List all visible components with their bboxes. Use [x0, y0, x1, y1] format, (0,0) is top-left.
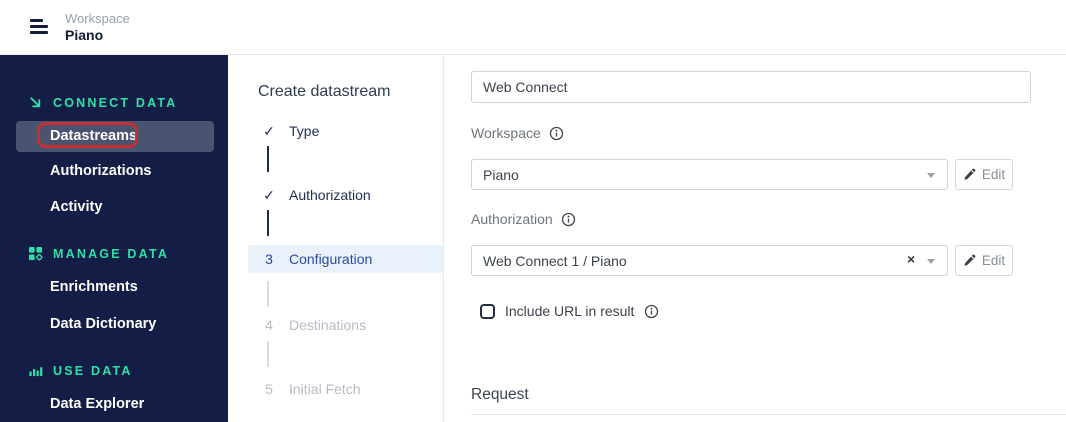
app-window: Workspace Piano CONNECT DATA Datastreams…: [0, 0, 1066, 422]
grid-icon: [28, 246, 43, 261]
authorization-select[interactable]: Web Connect 1 / Piano ×: [471, 245, 948, 276]
edit-button-label: Edit: [981, 167, 1006, 182]
include-url-row: Include URL in result: [480, 303, 659, 319]
wizard-step-configuration[interactable]: 3 Configuration: [248, 245, 443, 273]
configuration-panel: Workspace Piano Edit Authorization Web C…: [443, 55, 1066, 422]
wizard-step-label: Configuration: [289, 251, 373, 267]
workspace-label-text: Workspace: [471, 125, 541, 141]
sidebar-section-label: MANAGE DATA: [53, 246, 170, 261]
check-icon: ✓: [263, 187, 275, 203]
info-icon[interactable]: [644, 304, 659, 319]
request-section-heading: Request: [471, 386, 529, 403]
sidebar-item-datastreams[interactable]: Datastreams: [16, 121, 214, 152]
wizard-step-authorization[interactable]: ✓ Authorization: [262, 187, 371, 204]
wizard-step-initial-fetch[interactable]: 5 Initial Fetch: [262, 381, 361, 397]
info-icon[interactable]: [549, 126, 564, 141]
sidebar-section-connect-data[interactable]: CONNECT DATA: [28, 95, 178, 110]
create-datastream-wizard: Create datastream ✓ Type ✓ Authorization…: [228, 55, 443, 422]
sidebar-nav: CONNECT DATA Datastreams Authorizations …: [0, 55, 228, 422]
chevron-down-icon[interactable]: [927, 259, 935, 264]
sidebar-item-label: Datastreams: [50, 128, 138, 144]
workspace-field-label: Workspace: [471, 125, 564, 141]
pencil-icon: [963, 168, 976, 181]
check-icon: ✓: [263, 123, 275, 139]
workspace-name: Piano: [65, 27, 104, 43]
sidebar-section-use-data[interactable]: USE DATA: [28, 363, 133, 378]
wizard-step-type[interactable]: ✓ Type: [262, 123, 319, 140]
edit-button-label: Edit: [981, 253, 1006, 268]
sidebar-section-label: USE DATA: [53, 363, 133, 378]
sidebar-item-data-dictionary[interactable]: Data Dictionary: [50, 316, 156, 332]
authorization-field-label: Authorization: [471, 211, 576, 227]
sidebar-item-activity[interactable]: Activity: [50, 199, 102, 215]
sidebar-section-label: CONNECT DATA: [53, 95, 178, 110]
step-connector: [267, 341, 269, 367]
workspace-label: Workspace: [65, 11, 130, 26]
hamburger-menu-icon[interactable]: [30, 19, 50, 37]
authorization-label-text: Authorization: [471, 211, 553, 227]
pencil-icon: [963, 254, 976, 267]
arrow-down-right-icon: [28, 95, 43, 110]
clear-selection-icon[interactable]: ×: [907, 252, 915, 267]
edit-authorization-button[interactable]: Edit: [955, 245, 1013, 276]
workspace-selected-value: Piano: [483, 167, 519, 183]
wizard-step-label: Initial Fetch: [289, 381, 361, 397]
sidebar-section-manage-data[interactable]: MANAGE DATA: [28, 246, 169, 261]
step-connector: [267, 210, 269, 236]
sidebar-item-enrichments[interactable]: Enrichments: [50, 279, 138, 295]
step-number: 5: [265, 381, 273, 397]
sidebar-item-authorizations[interactable]: Authorizations: [50, 163, 152, 179]
authorization-selected-value: Web Connect 1 / Piano: [483, 253, 627, 269]
info-icon[interactable]: [561, 212, 576, 227]
step-connector: [267, 146, 269, 172]
step-number: 4: [265, 317, 273, 333]
edit-workspace-button[interactable]: Edit: [955, 159, 1013, 190]
step-number: 3: [265, 251, 273, 267]
include-url-label: Include URL in result: [505, 303, 635, 319]
sidebar-item-data-explorer[interactable]: Data Explorer: [50, 396, 144, 412]
wizard-step-destinations[interactable]: 4 Destinations: [262, 317, 366, 333]
bar-chart-icon: [28, 363, 43, 378]
chevron-down-icon[interactable]: [927, 173, 935, 178]
wizard-step-label: Type: [289, 123, 320, 139]
include-url-checkbox[interactable]: [480, 303, 495, 319]
top-bar: Workspace Piano: [0, 0, 1066, 55]
datastream-name-input[interactable]: [471, 71, 1031, 103]
wizard-step-label: Authorization: [289, 187, 371, 203]
wizard-step-label: Destinations: [289, 317, 367, 333]
step-connector: [267, 281, 269, 307]
workspace-select[interactable]: Piano: [471, 159, 948, 190]
wizard-title: Create datastream: [258, 83, 391, 100]
section-divider: [471, 414, 1066, 415]
